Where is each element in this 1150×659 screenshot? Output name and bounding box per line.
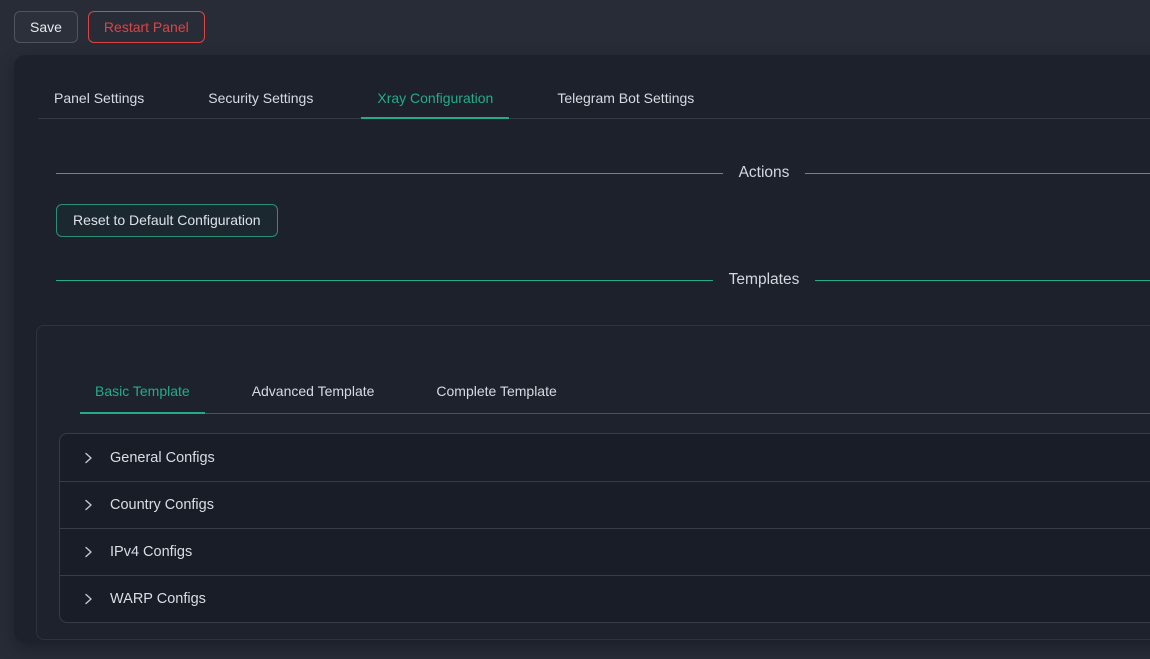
accordion-label: General Configs <box>110 450 215 466</box>
settings-card: Panel Settings Security Settings Xray Co… <box>14 55 1150 643</box>
tab-basic-template[interactable]: Basic Template <box>80 369 205 413</box>
divider-line <box>56 280 713 281</box>
tab-complete-template[interactable]: Complete Template <box>421 369 571 413</box>
accordion-warp-configs[interactable]: WARP Configs <box>60 575 1150 622</box>
tab-advanced-template[interactable]: Advanced Template <box>237 369 390 413</box>
accordion-label: IPv4 Configs <box>110 544 192 560</box>
divider-line <box>805 173 1150 174</box>
accordion-general-configs[interactable]: General Configs <box>60 434 1150 481</box>
tab-xray-configuration[interactable]: Xray Configuration <box>361 79 509 118</box>
tab-panel-settings[interactable]: Panel Settings <box>38 79 160 118</box>
actions-section-title: Actions <box>723 164 806 182</box>
chevron-right-icon <box>82 452 94 464</box>
accordion-country-configs[interactable]: Country Configs <box>60 481 1150 528</box>
chevron-right-icon <box>82 593 94 605</box>
actions-section-divider: Actions <box>56 161 1150 185</box>
restart-panel-button[interactable]: Restart Panel <box>88 11 205 43</box>
top-toolbar: Save Restart Panel <box>14 11 205 43</box>
divider-line <box>815 280 1150 281</box>
chevron-right-icon <box>82 499 94 511</box>
settings-tab-bar: Panel Settings Security Settings Xray Co… <box>38 79 1150 119</box>
accordion-label: Country Configs <box>110 497 214 513</box>
reset-default-configuration-button[interactable]: Reset to Default Configuration <box>56 204 278 237</box>
configs-accordion: General Configs Country Configs IPv4 Con… <box>59 433 1150 623</box>
divider-line <box>56 173 723 174</box>
tab-telegram-bot-settings[interactable]: Telegram Bot Settings <box>541 79 710 118</box>
templates-section-title: Templates <box>713 271 816 289</box>
tab-security-settings[interactable]: Security Settings <box>192 79 329 118</box>
templates-card: Basic Template Advanced Template Complet… <box>36 325 1150 640</box>
save-button[interactable]: Save <box>14 11 78 43</box>
template-tab-bar: Basic Template Advanced Template Complet… <box>80 369 1150 414</box>
accordion-ipv4-configs[interactable]: IPv4 Configs <box>60 528 1150 575</box>
accordion-label: WARP Configs <box>110 591 206 607</box>
templates-section-divider: Templates <box>56 268 1150 292</box>
chevron-right-icon <box>82 546 94 558</box>
